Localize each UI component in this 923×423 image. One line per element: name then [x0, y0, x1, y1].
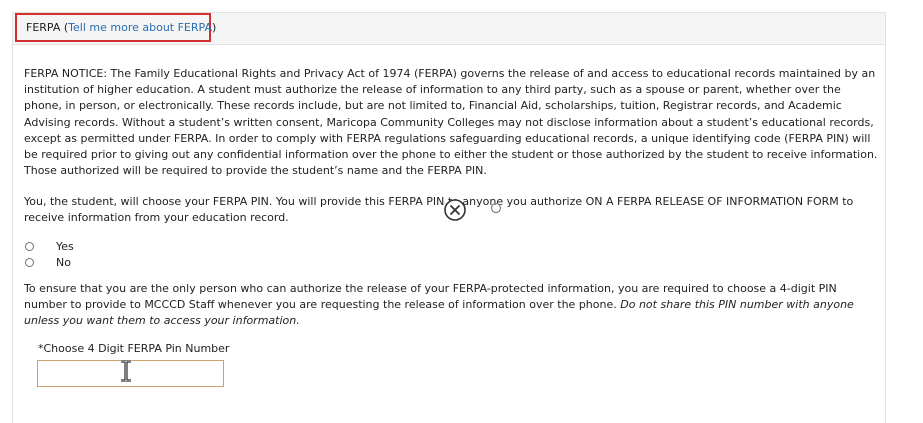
panel-header: FERPA (Tell me more about FERPA) — [13, 13, 885, 45]
ferpa-info-link[interactable]: Tell me more about FERPA — [68, 21, 212, 34]
radio-option-yes[interactable]: Yes — [25, 240, 74, 253]
radio-no[interactable] — [25, 258, 34, 267]
radio-yes[interactable] — [25, 242, 34, 251]
pin-label: *Choose 4 Digit FERPA Pin Number — [38, 342, 230, 355]
ferpa-header-highlight: FERPA (Tell me more about FERPA) — [15, 13, 216, 42]
radio-no-label: No — [56, 256, 71, 269]
radio-option-no[interactable]: No — [25, 256, 71, 269]
close-circle-icon[interactable] — [443, 198, 467, 222]
radio-yes-label: Yes — [56, 240, 74, 253]
ferpa-panel: FERPA (Tell me more about FERPA) FERPA N… — [12, 12, 886, 423]
pin-info-text: To ensure that you are the only person w… — [24, 281, 882, 330]
i-beam-cursor-icon — [121, 360, 131, 382]
header-title-suffix: ) — [211, 21, 217, 34]
header-title-prefix: FERPA ( — [26, 21, 69, 34]
ferpa-notice-text: FERPA NOTICE: The Family Educational Rig… — [24, 67, 878, 178]
small-circle-icon — [490, 202, 502, 214]
